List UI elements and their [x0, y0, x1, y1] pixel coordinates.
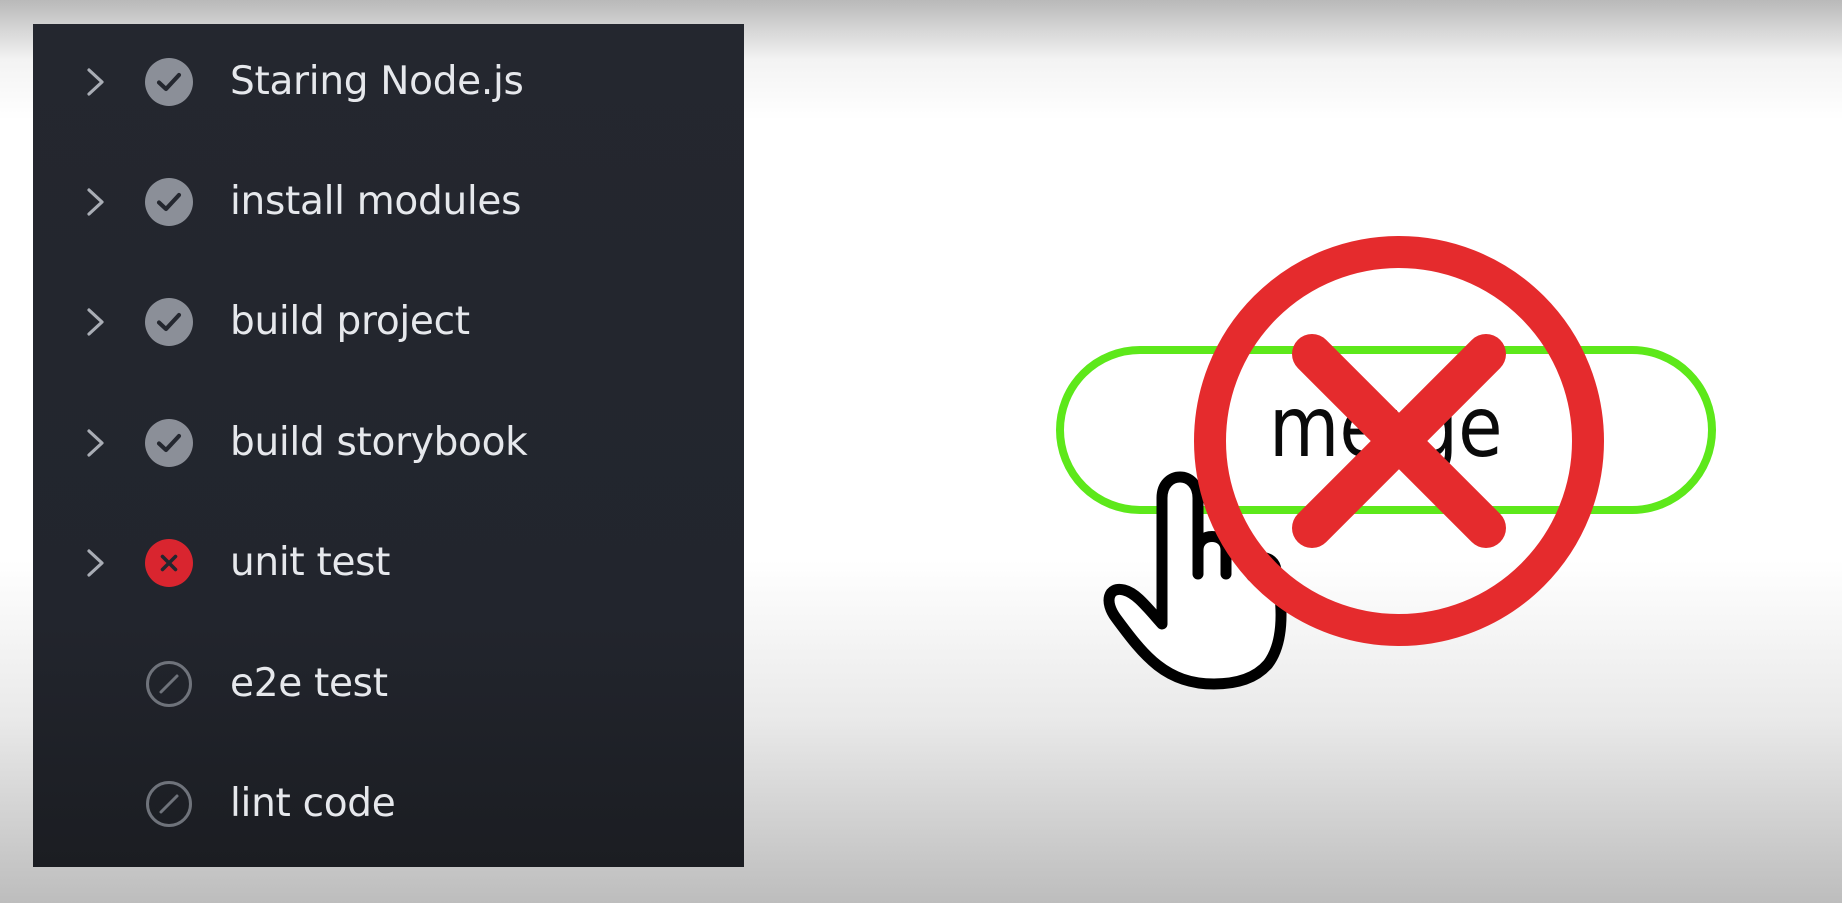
ci-pipeline-panel: Staring Node.js install modules build pr…: [33, 24, 744, 867]
check-circle-icon: [145, 178, 193, 226]
step-item-build-project[interactable]: build project: [33, 282, 744, 362]
chevron-right-icon[interactable]: [75, 302, 115, 342]
step-item-install-modules[interactable]: install modules: [33, 162, 744, 242]
step-label: Staring Node.js: [230, 59, 524, 104]
step-item-build-storybook[interactable]: build storybook: [33, 403, 744, 483]
chevron-right-icon[interactable]: [75, 543, 115, 583]
check-circle-icon: [145, 419, 193, 467]
step-item-staring-nodejs[interactable]: Staring Node.js: [33, 42, 744, 122]
step-label: lint code: [230, 781, 396, 826]
prohibited-icon: [1192, 234, 1606, 648]
skip-circle-icon: [145, 660, 193, 708]
skip-circle-icon: [145, 780, 193, 828]
step-label: build storybook: [230, 420, 528, 465]
step-item-lint-code: lint code: [33, 764, 744, 844]
step-label: e2e test: [230, 661, 388, 706]
check-circle-icon: [145, 298, 193, 346]
step-label: unit test: [230, 540, 391, 585]
chevron-right-icon[interactable]: [75, 182, 115, 222]
check-circle-icon: [145, 58, 193, 106]
step-label: install modules: [230, 179, 522, 224]
step-label: build project: [230, 299, 470, 344]
step-item-e2e-test: e2e test: [33, 644, 744, 724]
chevron-right-icon[interactable]: [75, 423, 115, 463]
merge-blocked-illustration: merge: [1040, 230, 1760, 700]
chevron-right-icon[interactable]: [75, 62, 115, 102]
step-item-unit-test[interactable]: unit test: [33, 523, 744, 603]
x-circle-icon: [145, 539, 193, 587]
